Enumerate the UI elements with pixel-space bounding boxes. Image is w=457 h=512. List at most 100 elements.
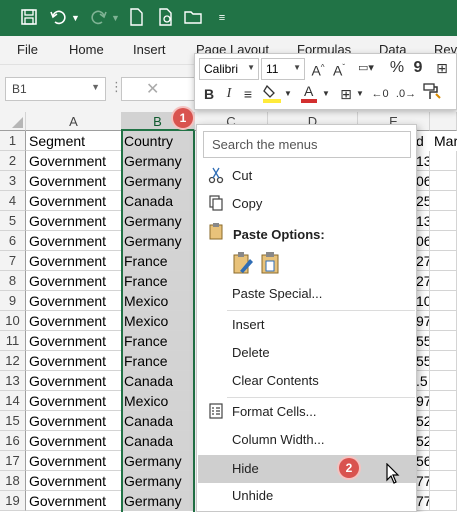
cell-segment[interactable]: Government [26, 211, 122, 231]
cell-country[interactable]: Mexico [121, 311, 195, 331]
cell-country[interactable]: Germany [121, 151, 195, 171]
cell-partial-value[interactable]: 13 [416, 211, 430, 231]
column-header-a[interactable]: A [26, 112, 122, 131]
cell-segment[interactable]: Government [26, 271, 122, 291]
cell-country[interactable]: Germany [121, 491, 195, 511]
cell-empty[interactable] [430, 271, 457, 291]
cell-empty[interactable] [430, 171, 457, 191]
chevron-down-icon[interactable]: ▼ [321, 84, 331, 104]
menu-item-unhide[interactable]: Unhide [198, 483, 416, 509]
font-size-box[interactable]: 11 ▼ [261, 58, 305, 80]
print-preview-icon[interactable] [156, 8, 176, 28]
cell-country[interactable]: Germany [121, 211, 195, 231]
chevron-down-icon[interactable]: ▼ [355, 84, 365, 104]
cell-partial-value[interactable]: 52 [416, 431, 430, 451]
redo-dropdown-icon[interactable]: ▼ [111, 8, 120, 28]
cell-partial-value[interactable]: .5 [416, 371, 430, 391]
cell-empty[interactable] [430, 291, 457, 311]
cell-partial-value[interactable]: 27 [416, 271, 430, 291]
tab-file[interactable]: File [17, 42, 38, 57]
menu-item-copy[interactable]: Copy [198, 191, 416, 217]
cell-empty[interactable] [430, 251, 457, 271]
row-header[interactable]: 9 [0, 291, 26, 311]
menu-item-column-width[interactable]: Column Width... [198, 427, 416, 453]
paste-formatting-icon[interactable] [231, 251, 255, 277]
row-header[interactable]: 4 [0, 191, 26, 211]
cell-segment[interactable]: Segment [26, 131, 122, 151]
cell-empty[interactable] [430, 431, 457, 451]
open-folder-icon[interactable] [184, 8, 204, 28]
cell-country[interactable]: Canada [121, 371, 195, 391]
name-box[interactable]: B1 ▼ [5, 77, 106, 101]
format-painter-icon[interactable] [421, 82, 443, 107]
cell-country[interactable]: Mexico [121, 391, 195, 411]
cell-partial-value[interactable]: 97 [416, 311, 430, 331]
menu-item-hide[interactable]: Hide [198, 455, 416, 483]
row-header[interactable]: 3 [0, 171, 26, 191]
chevron-down-icon[interactable]: ▼ [283, 84, 293, 104]
row-header[interactable]: 8 [0, 271, 26, 291]
menu-item-paste-special[interactable]: Paste Special... [198, 281, 416, 307]
merge-center-icon[interactable]: ⊞ [431, 58, 453, 78]
comma-style-icon[interactable]: 9 [409, 58, 427, 78]
select-all-button[interactable] [0, 112, 26, 131]
cell-country[interactable]: Germany [121, 451, 195, 471]
cell-segment[interactable]: Government [26, 491, 122, 511]
cell-country[interactable]: Canada [121, 191, 195, 211]
cell-segment[interactable]: Government [26, 331, 122, 351]
cell-empty[interactable] [430, 371, 457, 391]
cell-empty[interactable] [430, 491, 457, 511]
row-header[interactable]: 19 [0, 491, 26, 511]
cell-partial-value[interactable]: 56 [416, 451, 430, 471]
undo-dropdown-icon[interactable]: ▼ [71, 8, 80, 28]
cell-partial-value[interactable]: 52 [416, 411, 430, 431]
cell-country[interactable]: Germany [121, 471, 195, 491]
cell-partial-value[interactable]: 10 [416, 291, 430, 311]
undo-icon[interactable] [48, 8, 68, 28]
cell-partial-value[interactable]: 06 [416, 231, 430, 251]
cell-segment[interactable]: Government [26, 391, 122, 411]
cell-segment[interactable]: Government [26, 291, 122, 311]
cell-partial-value[interactable]: 27 [416, 251, 430, 271]
cell-country[interactable]: Canada [121, 411, 195, 431]
row-header[interactable]: 1 [0, 131, 26, 151]
row-header[interactable]: 11 [0, 331, 26, 351]
align-center-icon[interactable]: ≡ [239, 84, 257, 104]
cell-partial-value[interactable]: 55 [416, 331, 430, 351]
row-header[interactable]: 18 [0, 471, 26, 491]
cell-segment[interactable]: Government [26, 191, 122, 211]
new-document-icon[interactable] [126, 8, 146, 28]
italic-icon[interactable]: I [221, 84, 237, 104]
cell-country[interactable]: France [121, 331, 195, 351]
chevron-down-icon[interactable]: ▼ [293, 63, 301, 72]
cell-segment[interactable]: Government [26, 311, 122, 331]
cell-country[interactable]: Canada [121, 431, 195, 451]
cell-empty[interactable] [430, 231, 457, 251]
menu-item-format-cells[interactable]: Format Cells... [198, 399, 416, 425]
cell-partial-value[interactable]: 77 [416, 491, 430, 511]
row-header[interactable]: 15 [0, 411, 26, 431]
decrease-decimal-icon[interactable]: .0→ [395, 84, 417, 104]
menu-item-cut[interactable]: Cut [198, 163, 416, 189]
cell-segment[interactable]: Government [26, 171, 122, 191]
cell-segment[interactable]: Government [26, 371, 122, 391]
cell-country[interactable]: France [121, 351, 195, 371]
redo-icon[interactable] [89, 8, 109, 28]
cell-empty[interactable] [430, 331, 457, 351]
cell-segment[interactable]: Government [26, 411, 122, 431]
number-format-icon[interactable]: ▭▾ [351, 58, 381, 78]
row-header[interactable]: 6 [0, 231, 26, 251]
cell-segment[interactable]: Government [26, 151, 122, 171]
font-name-box[interactable]: Calibri ▼ [199, 58, 259, 80]
cell-partial-value[interactable]: 13 [416, 151, 430, 171]
row-header[interactable]: 13 [0, 371, 26, 391]
increase-font-size-icon[interactable]: A^ [308, 58, 328, 81]
decrease-font-size-icon[interactable]: Aˇ [329, 58, 349, 81]
row-header[interactable]: 10 [0, 311, 26, 331]
tab-home[interactable]: Home [69, 42, 104, 57]
cell-country[interactable]: Mexico [121, 291, 195, 311]
save-icon[interactable] [19, 8, 39, 28]
cell-partial-value[interactable]: 55 [416, 351, 430, 371]
cell-empty[interactable] [430, 311, 457, 331]
menu-item-delete[interactable]: Delete [198, 340, 416, 366]
